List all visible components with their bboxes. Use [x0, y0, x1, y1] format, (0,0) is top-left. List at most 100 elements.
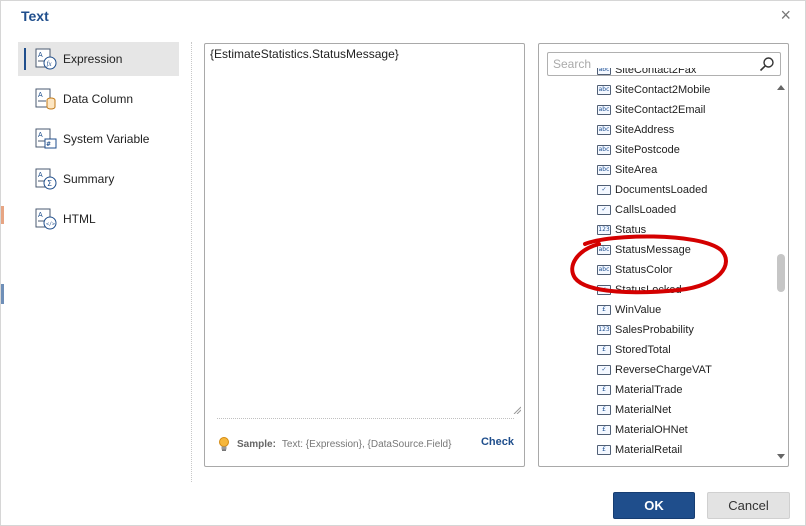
sample-text: Text: {Expression}, {DataSource.Field} [281, 438, 452, 450]
field-list-item[interactable]: abc SiteContact2Mobile [597, 81, 710, 99]
field-label: MaterialTrade [615, 384, 683, 396]
resize-grip-icon[interactable] [513, 406, 521, 414]
divider [217, 418, 514, 419]
field-label: WinValue [615, 304, 662, 316]
sidebar-item-label: HTML [63, 212, 96, 226]
scrollbar-thumb[interactable] [777, 254, 785, 292]
currency-field-icon: £ [597, 405, 611, 415]
svg-text:fx: fx [47, 60, 53, 68]
field-label: DocumentsLoaded [615, 184, 708, 196]
expression-icon: A fx [35, 48, 57, 70]
svg-text:A: A [38, 212, 43, 219]
scroll-up-icon[interactable] [776, 82, 786, 92]
field-label: MaterialNet [615, 404, 672, 416]
field-list-item[interactable]: ✓ ReverseChargeVAT [597, 361, 712, 379]
field-browser-panel: abcSiteContact2FaxabcSiteContact2Mobilea… [538, 43, 789, 467]
string-field-icon: abc [597, 145, 611, 155]
string-field-icon: abc [597, 265, 611, 275]
scroll-down-icon[interactable] [776, 452, 786, 462]
string-field-icon: abc [597, 165, 611, 175]
lightbulb-icon [219, 437, 229, 451]
string-field-icon: abc [597, 125, 611, 135]
string-field-icon: abc [597, 105, 611, 115]
field-list-item[interactable]: abc SiteContact2Email [597, 101, 706, 119]
text-dialog: Text × A fx Expression A Data Column A #… [0, 0, 806, 526]
field-list-item[interactable]: £ StoredTotal [597, 341, 671, 359]
system-variable-icon: A # [35, 128, 57, 149]
field-label: MaterialRetail [615, 444, 683, 456]
number-field-icon: 123 [597, 325, 611, 335]
field-label: ReverseChargeVAT [615, 364, 712, 376]
field-list-item[interactable]: ✓ CallsLoaded [597, 201, 676, 219]
svg-text:A: A [38, 92, 43, 99]
sidebar-item-label: Data Column [63, 92, 134, 106]
string-field-icon: abc [597, 245, 611, 255]
field-list-item[interactable]: abc SiteArea [597, 161, 657, 179]
field-label: StoredTotal [615, 344, 671, 356]
field-label: SiteArea [615, 164, 658, 176]
sidebar-item-data-column[interactable]: A Data Column [18, 82, 179, 116]
field-label: SiteAddress [615, 124, 675, 136]
ok-button[interactable]: OK [613, 492, 695, 519]
background-strip-2 [1, 284, 4, 304]
currency-field-icon: £ [597, 345, 611, 355]
field-label: SiteContact2Email [615, 104, 706, 116]
currency-field-icon: £ [597, 445, 611, 455]
sidebar-item-label: System Variable [63, 132, 150, 146]
field-list-item[interactable]: abc SiteAddress [597, 121, 674, 139]
field-label: Status [615, 224, 647, 236]
field-list-item[interactable]: abc StatusColor [597, 261, 672, 279]
field-label: SitePostcode [615, 144, 680, 156]
field-label: StatusLocked [615, 284, 682, 296]
expression-editor-panel: Sample: Text: {Expression}, {DataSource.… [204, 43, 525, 467]
dialog-title: Text [21, 8, 49, 24]
sample-hint: Sample: Text: {Expression}, {DataSource.… [217, 435, 514, 453]
svg-text:A: A [38, 52, 43, 59]
sidebar-item-expression[interactable]: A fx Expression [18, 42, 179, 76]
field-list-item[interactable]: ✓ StatusLocked [597, 281, 682, 299]
field-list: abc SiteContact2Fax abc SiteContact2Mobile a… [539, 68, 775, 466]
divider [191, 42, 192, 482]
sidebar-item-label: Summary [63, 172, 115, 186]
field-list-item[interactable]: £ MaterialTrade [597, 381, 682, 399]
expression-input[interactable] [205, 44, 524, 416]
field-label: SiteContact2Mobile [615, 84, 711, 96]
sidebar-item-html[interactable]: A </> HTML [18, 202, 179, 236]
field-list-item[interactable]: £ MaterialNet [597, 401, 671, 419]
svg-text:Σ: Σ [47, 179, 52, 188]
field-list-item[interactable]: abc SitePostcode [597, 141, 680, 159]
boolean-field-icon: ✓ [597, 185, 611, 195]
boolean-field-icon: ✓ [597, 285, 611, 295]
field-label: StatusMessage [615, 244, 691, 256]
check-link[interactable]: Check [481, 436, 514, 448]
field-list-item[interactable]: 123 Status [597, 221, 646, 239]
string-field-icon: abc [597, 85, 611, 95]
field-label: SalesProbability [615, 324, 694, 336]
field-list-item[interactable]: £ MaterialRetail [597, 441, 682, 459]
expression-type-sidebar: A fx Expression A Data Column A # System… [18, 42, 179, 242]
field-list-item[interactable]: abc SiteContact2Fax [597, 68, 696, 79]
field-list-item[interactable]: 123 SalesProbability [597, 321, 694, 339]
cancel-button[interactable]: Cancel [707, 492, 790, 519]
field-label: CallsLoaded [615, 204, 677, 216]
currency-field-icon: £ [597, 385, 611, 395]
sidebar-item-label: Expression [63, 52, 123, 66]
svg-text:#: # [46, 141, 51, 148]
field-list-item[interactable]: £ WinValue [597, 301, 661, 319]
currency-field-icon: £ [597, 305, 611, 315]
field-label: StatusColor [615, 264, 673, 276]
sidebar-item-summary[interactable]: A Σ Summary [18, 162, 179, 196]
field-label: SiteContact2Fax [615, 68, 697, 76]
sidebar-item-system-variable[interactable]: A # System Variable [18, 122, 179, 156]
data-column-icon: A [35, 88, 56, 110]
svg-text:A: A [38, 132, 43, 139]
sample-label: Sample: [237, 438, 276, 450]
svg-text:A: A [38, 172, 43, 179]
field-list-item[interactable]: ✓ DocumentsLoaded [597, 181, 707, 199]
number-field-icon: 123 [597, 225, 611, 235]
field-list-item[interactable]: £ MaterialOHNet [597, 421, 688, 439]
field-list-item[interactable]: abc StatusMessage [593, 240, 697, 262]
close-icon[interactable]: × [780, 5, 791, 26]
summary-icon: A Σ [35, 168, 57, 190]
boolean-field-icon: ✓ [597, 205, 611, 215]
